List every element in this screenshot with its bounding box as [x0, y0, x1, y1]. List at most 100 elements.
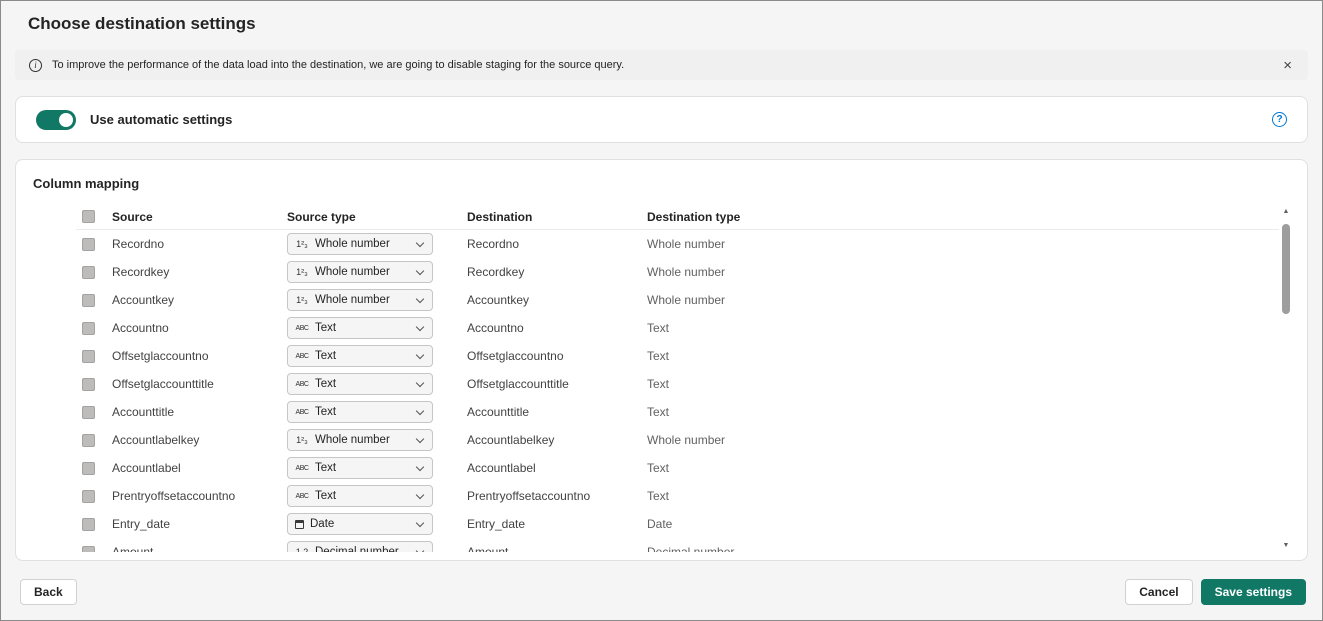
- row-source: Prentryoffsetaccountno: [112, 489, 236, 503]
- type-icon: 1²₃: [296, 238, 308, 249]
- row-checkbox[interactable]: [82, 293, 95, 307]
- source-type-dropdown[interactable]: Date: [287, 513, 433, 535]
- vertical-scrollbar[interactable]: ▲ ▼: [1279, 204, 1293, 552]
- row-source: Offsetglaccountno: [112, 349, 209, 363]
- row-source: Accountno: [112, 321, 169, 335]
- source-type-dropdown[interactable]: 1²₃ Whole number: [287, 261, 433, 283]
- row-checkbox[interactable]: [82, 433, 95, 447]
- mapping-rows: Recordno 1²₃ Whole number Recordno Whole…: [76, 230, 1293, 552]
- row-destination: Offsetglaccountno: [467, 349, 564, 363]
- source-type-dropdown[interactable]: 1²₃ Whole number: [287, 429, 433, 451]
- source-type-label: Text: [315, 350, 337, 362]
- table-row: Accountkey 1²₃ Whole number Accountkey W…: [76, 286, 1293, 314]
- cancel-button[interactable]: Cancel: [1125, 579, 1193, 605]
- type-icon: 1.2: [295, 546, 309, 552]
- scroll-up-icon[interactable]: ▲: [1283, 204, 1290, 218]
- row-checkbox[interactable]: [82, 377, 95, 391]
- table-row: Offsetglaccounttitle ABC Text Offsetglac…: [76, 370, 1293, 398]
- automatic-settings-label: Use automatic settings: [90, 112, 233, 127]
- row-checkbox[interactable]: [82, 321, 95, 335]
- chevron-down-icon: [415, 434, 425, 443]
- scrollbar-thumb[interactable]: [1282, 224, 1290, 314]
- table-row: Offsetglaccountno ABC Text Offsetglaccou…: [76, 342, 1293, 370]
- column-mapping-card: Column mapping Source Source type Destin…: [15, 159, 1308, 561]
- row-source: Amount: [112, 545, 154, 552]
- row-source: Entry_date: [112, 517, 171, 531]
- type-icon: 1²₃: [296, 266, 308, 277]
- source-type-label: Whole number: [315, 294, 390, 306]
- row-checkbox[interactable]: [82, 517, 95, 531]
- help-icon[interactable]: ?: [1272, 112, 1287, 127]
- source-type-label: Decimal number: [315, 546, 399, 552]
- row-destination: Recordno: [467, 237, 520, 251]
- table-row: Recordkey 1²₃ Whole number Recordkey Who…: [76, 258, 1293, 286]
- info-banner: i To improve the performance of the data…: [15, 50, 1308, 80]
- row-checkbox[interactable]: [82, 349, 95, 363]
- row-destination-type: Text: [647, 489, 670, 503]
- table-row: Accountno ABC Text Accountno Text: [76, 314, 1293, 342]
- row-destination: Accountlabelkey: [467, 433, 555, 447]
- source-type-label: Whole number: [315, 266, 390, 278]
- type-icon: ABC: [295, 492, 309, 500]
- table-row: Recordno 1²₃ Whole number Recordno Whole…: [76, 230, 1293, 258]
- page-title: Choose destination settings: [28, 14, 256, 33]
- source-type-dropdown[interactable]: ABC Text: [287, 373, 433, 395]
- banner-text: To improve the performance of the data l…: [52, 59, 625, 71]
- row-source: Accountlabelkey: [112, 433, 200, 447]
- back-button[interactable]: Back: [20, 579, 77, 605]
- row-checkbox[interactable]: [82, 405, 95, 419]
- source-type-label: Text: [315, 490, 337, 502]
- source-type-label: Text: [315, 406, 337, 418]
- row-checkbox[interactable]: [82, 237, 95, 251]
- table-row: Entry_date Date Entry_date Date: [76, 510, 1293, 538]
- close-icon[interactable]: ×: [1281, 58, 1294, 73]
- source-type-dropdown[interactable]: ABC Text: [287, 457, 433, 479]
- row-destination: Entry_date: [467, 517, 526, 531]
- info-icon: i: [29, 58, 42, 72]
- header-source-type: Source type: [287, 209, 356, 224]
- row-destination-type: Text: [647, 405, 670, 419]
- row-destination: Recordkey: [467, 265, 525, 279]
- scrollbar-track[interactable]: [1279, 218, 1293, 538]
- type-icon: ABC: [295, 352, 309, 360]
- source-type-dropdown[interactable]: ABC Text: [287, 345, 433, 367]
- automatic-settings-toggle[interactable]: [36, 109, 76, 130]
- table-row: Amount 1.2 Decimal number Amount Decimal…: [76, 538, 1293, 552]
- chevron-down-icon: [415, 238, 425, 247]
- source-type-dropdown[interactable]: ABC Text: [287, 317, 433, 339]
- type-icon: 1²₃: [296, 294, 308, 305]
- table-row: Accounttitle ABC Text Accounttitle Text: [76, 398, 1293, 426]
- row-checkbox[interactable]: [82, 461, 95, 475]
- mapping-table: Source Source type Destination Destinati…: [76, 204, 1293, 552]
- footer-actions: Cancel Save settings: [1125, 579, 1306, 605]
- scroll-down-icon[interactable]: ▼: [1283, 538, 1290, 552]
- row-destination-type: Decimal number: [647, 545, 735, 552]
- source-type-label: Whole number: [315, 434, 390, 446]
- source-type-dropdown[interactable]: ABC Text: [287, 401, 433, 423]
- source-type-label: Text: [315, 462, 337, 474]
- destination-settings-dialog: Choose destination settings i To improve…: [0, 0, 1323, 621]
- chevron-down-icon: [415, 406, 425, 415]
- row-destination-type: Text: [647, 349, 670, 363]
- select-all-checkbox[interactable]: [82, 210, 95, 223]
- chevron-down-icon: [415, 462, 425, 471]
- source-type-dropdown[interactable]: ABC Text: [287, 485, 433, 507]
- header-destination-type: Destination type: [647, 209, 741, 224]
- row-source: Accounttitle: [112, 405, 175, 419]
- row-source: Recordno: [112, 237, 165, 251]
- header-destination: Destination: [467, 209, 533, 224]
- source-type-dropdown[interactable]: 1.2 Decimal number: [287, 541, 433, 552]
- type-icon: 1²₃: [296, 434, 308, 445]
- mapping-table-header: Source Source type Destination Destinati…: [76, 204, 1293, 230]
- row-checkbox[interactable]: [82, 265, 95, 279]
- source-type-dropdown[interactable]: 1²₃ Whole number: [287, 233, 433, 255]
- chevron-down-icon: [415, 490, 425, 499]
- row-checkbox[interactable]: [82, 489, 95, 503]
- row-destination: Accounttitle: [467, 405, 530, 419]
- row-checkbox[interactable]: [82, 545, 95, 552]
- column-mapping-title: Column mapping: [33, 176, 140, 191]
- type-icon: ABC: [295, 408, 309, 416]
- source-type-dropdown[interactable]: 1²₃ Whole number: [287, 289, 433, 311]
- save-settings-button[interactable]: Save settings: [1200, 579, 1306, 605]
- table-row: Prentryoffsetaccountno ABC Text Prentryo…: [76, 482, 1293, 510]
